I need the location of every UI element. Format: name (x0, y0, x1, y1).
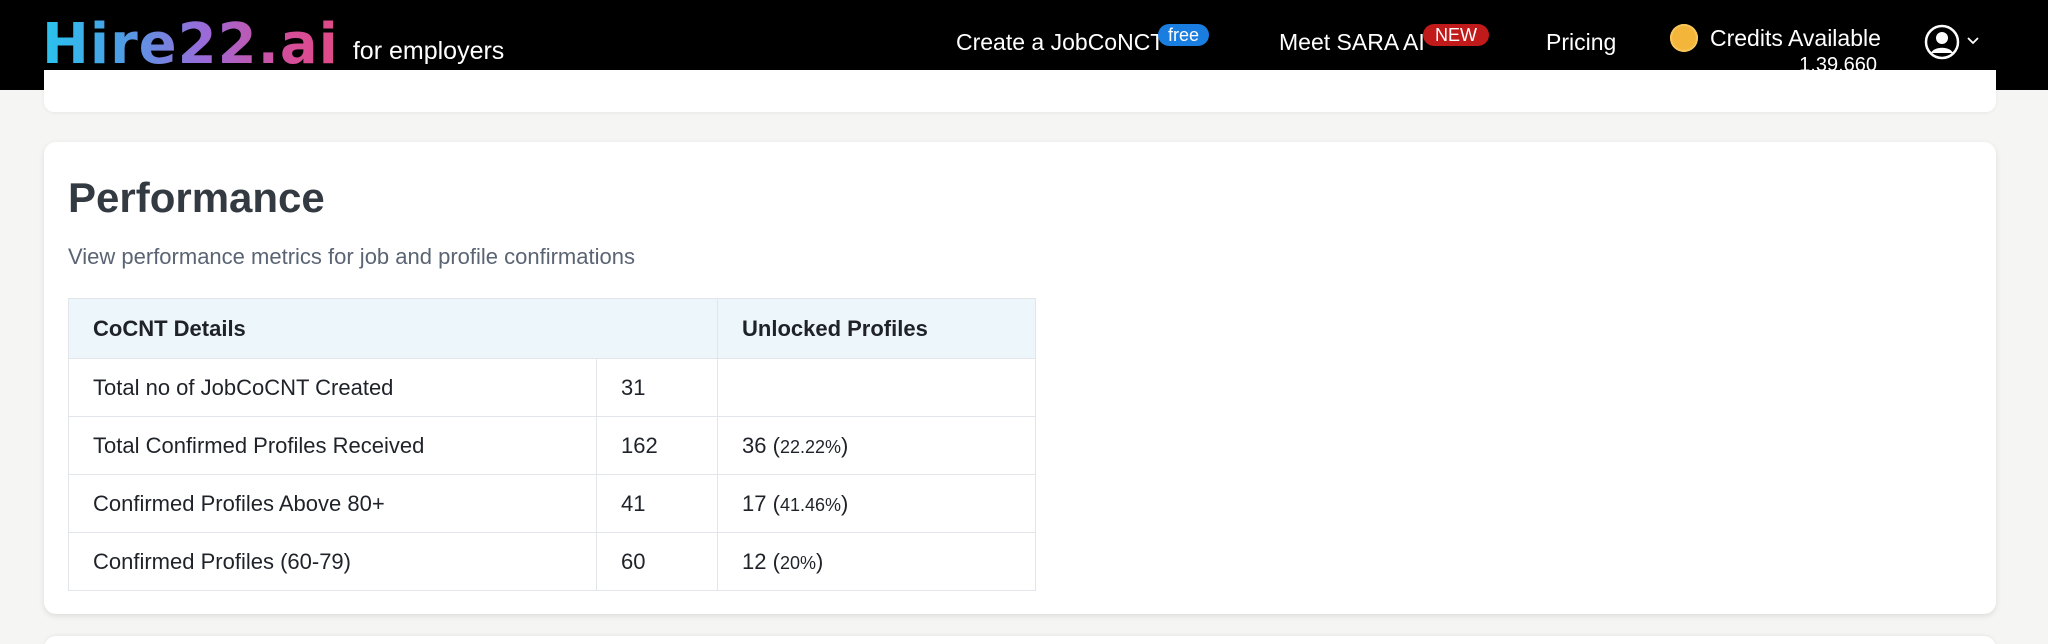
row-unlocked: 36 (22.22%) (717, 416, 1036, 475)
nav-meet-sara[interactable]: Meet SARA AI (1279, 28, 1425, 56)
unlocked-percent: 20% (779, 552, 816, 573)
performance-table: CoCNT Details Unlocked Profiles Total no… (68, 298, 1036, 591)
chevron-down-icon (1967, 37, 1979, 45)
user-circle-icon (1924, 24, 1960, 60)
header-unlocked-profiles: Unlocked Profiles (717, 298, 1036, 359)
unlocked-count: 17 (742, 490, 767, 516)
table-row: Total Confirmed Profiles Received 162 36… (68, 416, 1036, 475)
new-badge: NEW (1423, 24, 1489, 46)
row-unlocked: 17 (41.46%) (717, 474, 1036, 533)
header-cocnt-details: CoCNT Details (68, 298, 718, 359)
coin-icon (1670, 24, 1698, 52)
page-title: Performance (68, 174, 325, 221)
row-label: Confirmed Profiles (60-79) (68, 532, 597, 591)
unlocked-percent: 22.22% (779, 436, 841, 457)
nav-create-jobconct[interactable]: Create a JobCoNCT (956, 28, 1164, 56)
table-row: Confirmed Profiles (60-79) 60 12 (20%) (68, 532, 1036, 591)
row-count: 31 (596, 358, 718, 417)
table-row: Total no of JobCoCNT Created 31 (68, 358, 1036, 417)
logo-subtitle: for employers (352, 37, 505, 65)
row-unlocked: 12 (20%) (717, 532, 1036, 591)
nav-pricing[interactable]: Pricing (1546, 28, 1616, 56)
page-subtitle: View performance metrics for job and pro… (68, 244, 635, 269)
user-menu-button[interactable] (1924, 24, 1980, 60)
row-count: 162 (596, 416, 718, 475)
unlocked-count: 36 (742, 432, 767, 458)
row-count: 41 (596, 474, 718, 533)
row-label: Confirmed Profiles Above 80+ (68, 474, 597, 533)
credits-label: Credits Available (1710, 25, 1881, 51)
row-label: Total Confirmed Profiles Received (68, 416, 597, 475)
free-badge: free (1158, 24, 1210, 46)
unlocked-count: 12 (742, 548, 767, 574)
next-card (44, 636, 1996, 644)
row-count: 60 (596, 532, 718, 591)
row-unlocked (717, 358, 1036, 417)
table-row: Confirmed Profiles Above 80+ 41 17 (41.4… (68, 474, 1036, 533)
unlocked-percent: 41.46% (779, 494, 841, 515)
previous-card (44, 70, 1996, 112)
row-label: Total no of JobCoCNT Created (68, 358, 597, 417)
performance-card: Performance View performance metrics for… (44, 142, 1996, 614)
table-header-row: CoCNT Details Unlocked Profiles (68, 298, 1036, 359)
